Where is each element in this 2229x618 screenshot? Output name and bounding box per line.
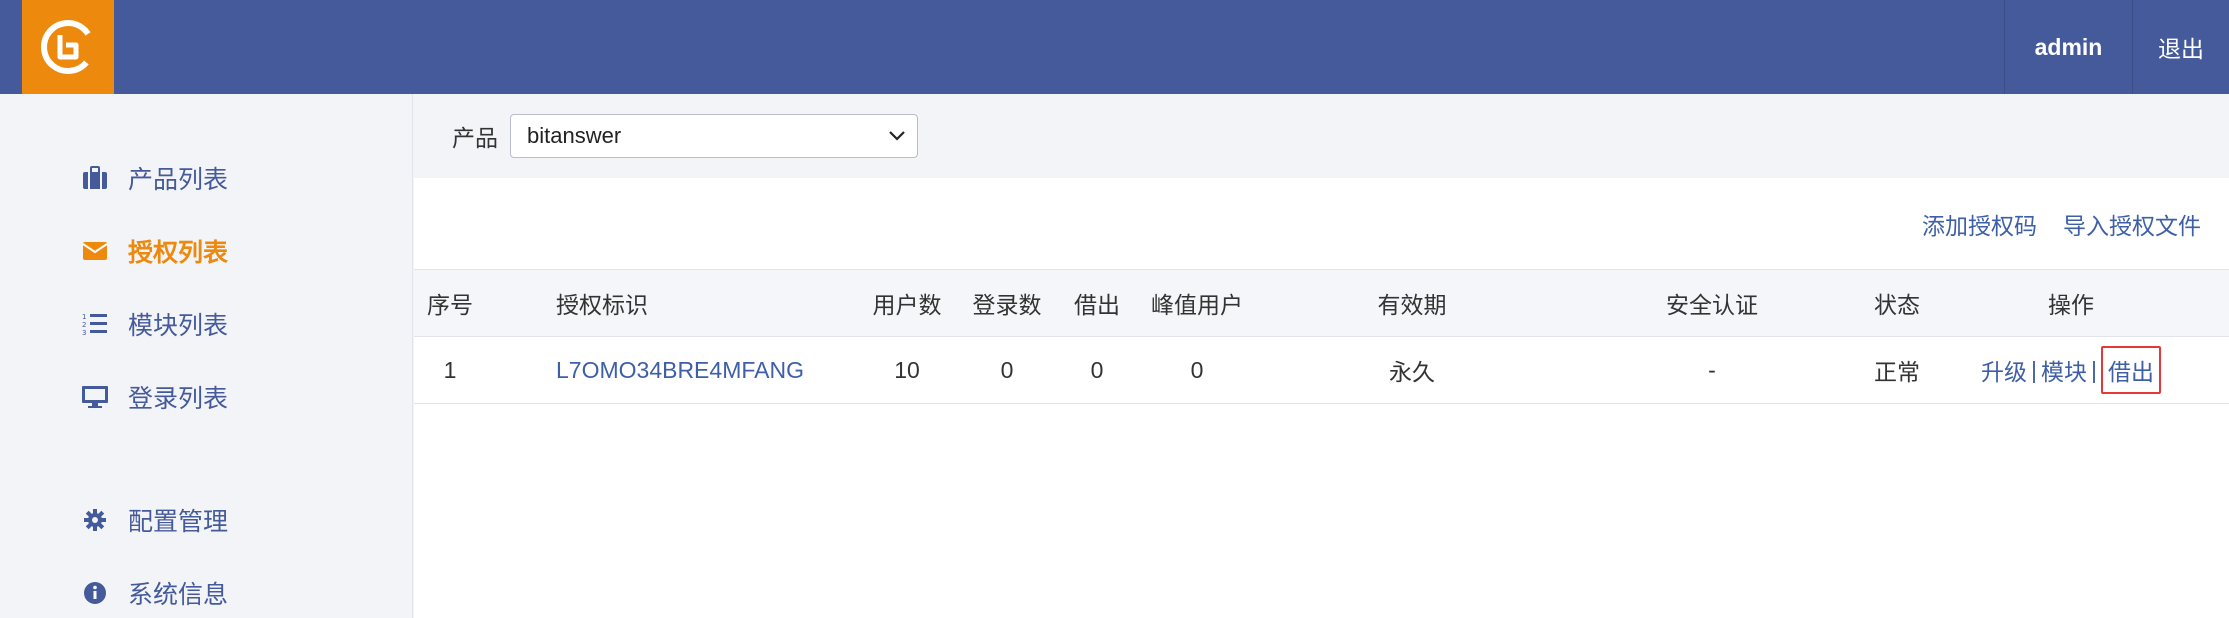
column-header-validity: 有效期 [1377, 292, 1447, 318]
header-actions: admin 退出 [2004, 0, 2229, 94]
sidebar-item-products[interactable]: 产品列表 [80, 158, 228, 198]
sidebar-item-label: 配置管理 [128, 508, 229, 536]
filter-bar: 产品 bitanswer [414, 94, 2229, 178]
list-ol-icon: 123 [80, 309, 110, 339]
sidebar-item-logins[interactable]: 登录列表 [80, 377, 228, 417]
logo-icon [41, 20, 95, 74]
product-filter-label: 产品 [452, 125, 498, 151]
column-header-borrowed: 借出 [1074, 292, 1120, 318]
sidebar-item-label: 登录列表 [128, 385, 229, 413]
column-header-ops: 操作 [2048, 292, 2094, 318]
row-actions: 升级 | 模块 | 借出 [1981, 346, 2161, 394]
column-header-status: 状态 [1874, 292, 1920, 318]
sidebar-item-modules[interactable]: 123 模块列表 [80, 304, 228, 344]
import-license-file-link[interactable]: 导入授权文件 [2063, 207, 2201, 241]
column-header-license-id: 授权标识 [556, 292, 648, 318]
sidebar: 产品列表 授权列表 123 模块列表 登录列表 配置管理 系统信息 [0, 94, 413, 618]
svg-text:3: 3 [82, 329, 86, 336]
row-peak: 0 [1190, 356, 1204, 383]
action-separator: | [2091, 356, 2097, 383]
sidebar-item-sysinfo[interactable]: 系统信息 [80, 573, 228, 613]
upgrade-link[interactable]: 升级 [1981, 353, 2027, 387]
row-validity: 永久 [1389, 359, 1435, 385]
row-seq: 1 [443, 356, 457, 383]
product-select[interactable]: bitanswer [510, 114, 918, 158]
column-header-logins: 登录数 [972, 292, 1042, 318]
table-row: 1 L7OMO34BRE4MFANG 10 0 0 0 永久 - 正常 升级 |… [414, 337, 2229, 404]
row-status: 正常 [1874, 359, 1920, 385]
sidebar-item-label: 授权列表 [128, 239, 229, 267]
monitor-icon [80, 382, 110, 412]
sidebar-item-licenses[interactable]: 授权列表 [80, 231, 228, 271]
logout-button[interactable]: 退出 [2132, 0, 2229, 94]
top-header: admin 退出 [0, 0, 2229, 94]
briefcase-icon [80, 163, 110, 193]
license-id-link[interactable]: L7OMO34BRE4MFANG [556, 337, 806, 403]
sidebar-item-label: 系统信息 [128, 581, 229, 609]
column-header-users: 用户数 [872, 292, 942, 318]
user-menu[interactable]: admin [2004, 0, 2132, 94]
info-circle-icon [80, 578, 110, 608]
column-header-seq: 序号 [427, 292, 473, 318]
module-link[interactable]: 模块 [2041, 353, 2087, 387]
add-license-code-link[interactable]: 添加授权码 [1922, 207, 2037, 241]
row-ops: 升级 | 模块 | 借出 [1974, 337, 2168, 403]
license-panel: 添加授权码 导入授权文件 序号 授权标识 用户数 登录数 借出 峰值用户 有效期… [414, 178, 2229, 618]
envelope-icon [80, 236, 110, 266]
borrow-link[interactable]: 借出 [2100, 346, 2161, 394]
sidebar-item-label: 产品列表 [128, 166, 229, 194]
chevron-down-icon [889, 131, 905, 141]
row-borrowed: 0 [1090, 356, 1104, 383]
row-users: 10 [894, 356, 920, 383]
product-select-value: bitanswer [527, 123, 622, 148]
sidebar-item-label: 模块列表 [128, 312, 229, 340]
app-logo[interactable] [22, 0, 114, 94]
action-separator: | [2031, 356, 2037, 383]
table-header: 序号 授权标识 用户数 登录数 借出 峰值用户 有效期 安全认证 状态 操作 [414, 270, 2229, 337]
row-security: - [1708, 356, 1716, 383]
row-logins: 0 [1000, 356, 1014, 383]
sidebar-item-config[interactable]: 配置管理 [80, 500, 228, 540]
svg-text:1: 1 [82, 313, 86, 321]
column-header-peak: 峰值用户 [1151, 292, 1243, 318]
gear-icon [80, 505, 110, 535]
toolbar: 添加授权码 导入授权文件 [414, 178, 2229, 270]
svg-text:2: 2 [82, 321, 86, 329]
column-header-security: 安全认证 [1666, 292, 1758, 318]
